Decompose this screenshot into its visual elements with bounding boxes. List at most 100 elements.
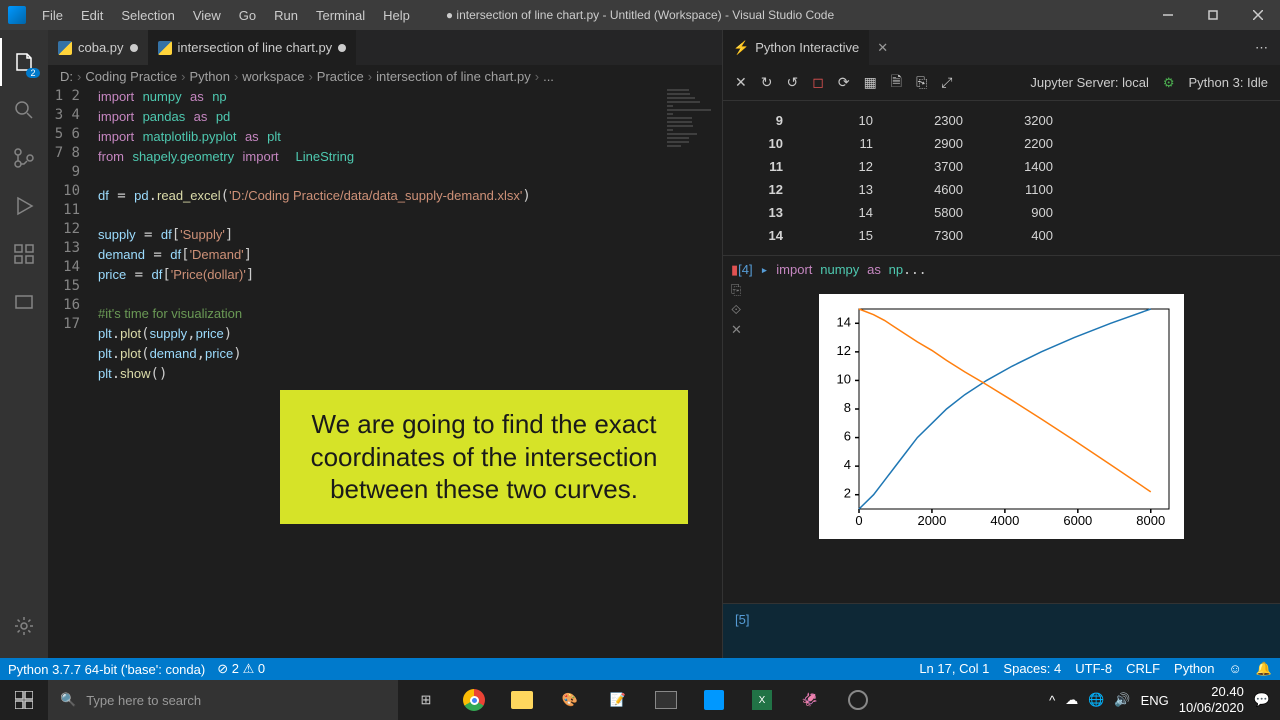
menu-run[interactable]: Run	[266, 4, 306, 27]
file-explorer-icon[interactable]	[498, 680, 546, 720]
save-icon[interactable]: 🗎	[891, 71, 902, 95]
cell-delete-icon[interactable]: ✕	[731, 322, 742, 338]
grid-icon[interactable]: ▦	[864, 74, 877, 91]
table-row: 121346001100	[763, 178, 1280, 201]
vscode-logo-icon	[8, 6, 26, 24]
crumb[interactable]: ...	[543, 69, 554, 84]
notepad-icon[interactable]: 📝	[594, 680, 642, 720]
task-view-icon[interactable]: ⊞	[402, 680, 450, 720]
line-numbers: 1 2 3 4 5 6 7 8 9 10 11 12 13 14 15 16 1…	[48, 87, 98, 658]
breadcrumb[interactable]: D:› Coding Practice› Python› workspace› …	[48, 65, 566, 87]
tray-chevron-icon[interactable]: ^	[1049, 693, 1055, 708]
more-icon[interactable]: ⋯	[1243, 40, 1280, 56]
run-debug-icon[interactable]	[0, 182, 48, 230]
excel-icon[interactable]: X	[738, 680, 786, 720]
code-content[interactable]: import numpy as np import pandas as pd i…	[98, 87, 718, 658]
export-icon[interactable]: ⎘	[916, 74, 927, 91]
chart-output: 020004000600080002468101214	[723, 284, 1280, 549]
taskbar-search[interactable]: 🔍 Type here to search	[48, 680, 398, 720]
annotation-overlay: We are going to find the exact coordinat…	[280, 390, 688, 524]
menu-view[interactable]: View	[185, 4, 229, 27]
svg-text:2000: 2000	[917, 513, 946, 528]
cell-code: import numpy as np...	[776, 262, 926, 278]
search-icon: 🔍	[60, 692, 76, 708]
crumb[interactable]: D:	[60, 69, 73, 84]
eol[interactable]: CRLF	[1126, 661, 1160, 677]
crumb[interactable]: Coding Practice	[85, 69, 177, 84]
obs-icon[interactable]	[834, 680, 882, 720]
python-file-icon	[58, 41, 72, 55]
tray-volume-icon[interactable]: 🔊	[1114, 692, 1130, 708]
minimize-button[interactable]	[1145, 0, 1190, 30]
gitkraken-icon[interactable]: 🦑	[786, 680, 834, 720]
input-prompt: [5]	[735, 612, 749, 627]
cell-action-icon[interactable]: ⟐	[731, 302, 742, 318]
crumb[interactable]: Practice	[317, 69, 364, 84]
paint-icon[interactable]: 🎨	[546, 680, 594, 720]
remote-icon[interactable]	[0, 278, 48, 326]
python-interpreter[interactable]: Python 3.7.7 64-bit ('base': conda)	[8, 662, 205, 677]
minimap[interactable]	[663, 87, 718, 387]
maximize-button[interactable]	[1190, 0, 1235, 30]
chrome-icon[interactable]	[450, 680, 498, 720]
menu-edit[interactable]: Edit	[73, 4, 111, 27]
source-control-icon[interactable]	[0, 134, 48, 182]
cell-action-icon[interactable]: ⎘	[731, 282, 742, 298]
tab-python-interactive[interactable]: ⚡ Python Interactive	[723, 30, 869, 65]
modified-dot-icon	[338, 44, 346, 52]
server-status-icon: ⚙	[1163, 75, 1175, 91]
code-editor[interactable]: 1 2 3 4 5 6 7 8 9 10 11 12 13 14 15 16 1…	[48, 87, 718, 658]
close-tab-icon[interactable]: ✕	[869, 40, 896, 56]
table-row: 91023003200	[763, 109, 1280, 132]
table-row: 14157300400	[763, 224, 1280, 247]
tray-onedrive-icon[interactable]: ☁	[1065, 692, 1078, 708]
redo-icon[interactable]: ↻	[761, 74, 773, 91]
settings-gear-icon[interactable]	[0, 602, 48, 650]
jupyter-server-label[interactable]: Jupyter Server: local	[1030, 75, 1149, 90]
menu-go[interactable]: Go	[231, 4, 264, 27]
expand-icon[interactable]: ⤢	[941, 74, 952, 91]
action-center-icon[interactable]: 💬	[1254, 692, 1270, 708]
encoding[interactable]: UTF-8	[1075, 661, 1112, 677]
cell-4: ▮[4] ▸ import numpy as np... ⎘ ⟐ ✕	[723, 255, 1280, 284]
table-row: 13145800900	[763, 201, 1280, 224]
svg-text:6000: 6000	[1063, 513, 1092, 528]
indentation[interactable]: Spaces: 4	[1003, 661, 1061, 677]
close-icon[interactable]: ✕	[735, 74, 747, 91]
language-mode[interactable]: Python	[1174, 661, 1214, 677]
undo-icon[interactable]: ↺	[786, 74, 798, 91]
svg-text:6: 6	[844, 429, 851, 444]
menu-help[interactable]: Help	[375, 4, 418, 27]
crumb[interactable]: intersection of line chart.py	[376, 69, 531, 84]
start-button[interactable]	[0, 680, 48, 720]
feedback-icon[interactable]: ☺	[1229, 661, 1242, 677]
problems[interactable]: ⊘ 2 ⚠ 0	[217, 661, 265, 677]
menu-selection[interactable]: Selection	[113, 4, 182, 27]
tray-language-icon[interactable]: ENG	[1141, 693, 1169, 708]
tab-coba[interactable]: coba.py	[48, 30, 148, 65]
restart-icon[interactable]: ⟳	[838, 74, 850, 91]
menu-terminal[interactable]: Terminal	[308, 4, 373, 27]
notifications-icon[interactable]: 🔔	[1256, 661, 1272, 677]
window-controls	[1145, 0, 1280, 30]
svg-text:4000: 4000	[990, 513, 1019, 528]
svg-text:10: 10	[837, 371, 851, 386]
tray-network-icon[interactable]: 🌐	[1088, 692, 1104, 708]
tab-intersection[interactable]: intersection of line chart.py	[148, 30, 357, 65]
crumb[interactable]: Python	[189, 69, 229, 84]
stop-icon[interactable]: ◻	[812, 74, 824, 91]
search-icon[interactable]	[0, 86, 48, 134]
explorer-icon[interactable]: 2	[0, 38, 48, 86]
crumb[interactable]: workspace	[242, 69, 304, 84]
vscode-icon[interactable]	[690, 680, 738, 720]
cursor-position[interactable]: Ln 17, Col 1	[919, 661, 989, 677]
close-button[interactable]	[1235, 0, 1280, 30]
terminal-icon[interactable]	[642, 680, 690, 720]
input-cell[interactable]: [5]	[723, 603, 1280, 658]
taskbar-clock[interactable]: 20.40 10/06/2020	[1179, 684, 1244, 715]
kernel-label[interactable]: Python 3: Idle	[1189, 75, 1269, 90]
system-tray: ^ ☁ 🌐 🔊 ENG 20.40 10/06/2020 💬	[1039, 684, 1280, 715]
interactive-tabs: ⚡ Python Interactive ✕ ⋯	[723, 30, 1280, 65]
menu-file[interactable]: File	[34, 4, 71, 27]
extensions-icon[interactable]	[0, 230, 48, 278]
